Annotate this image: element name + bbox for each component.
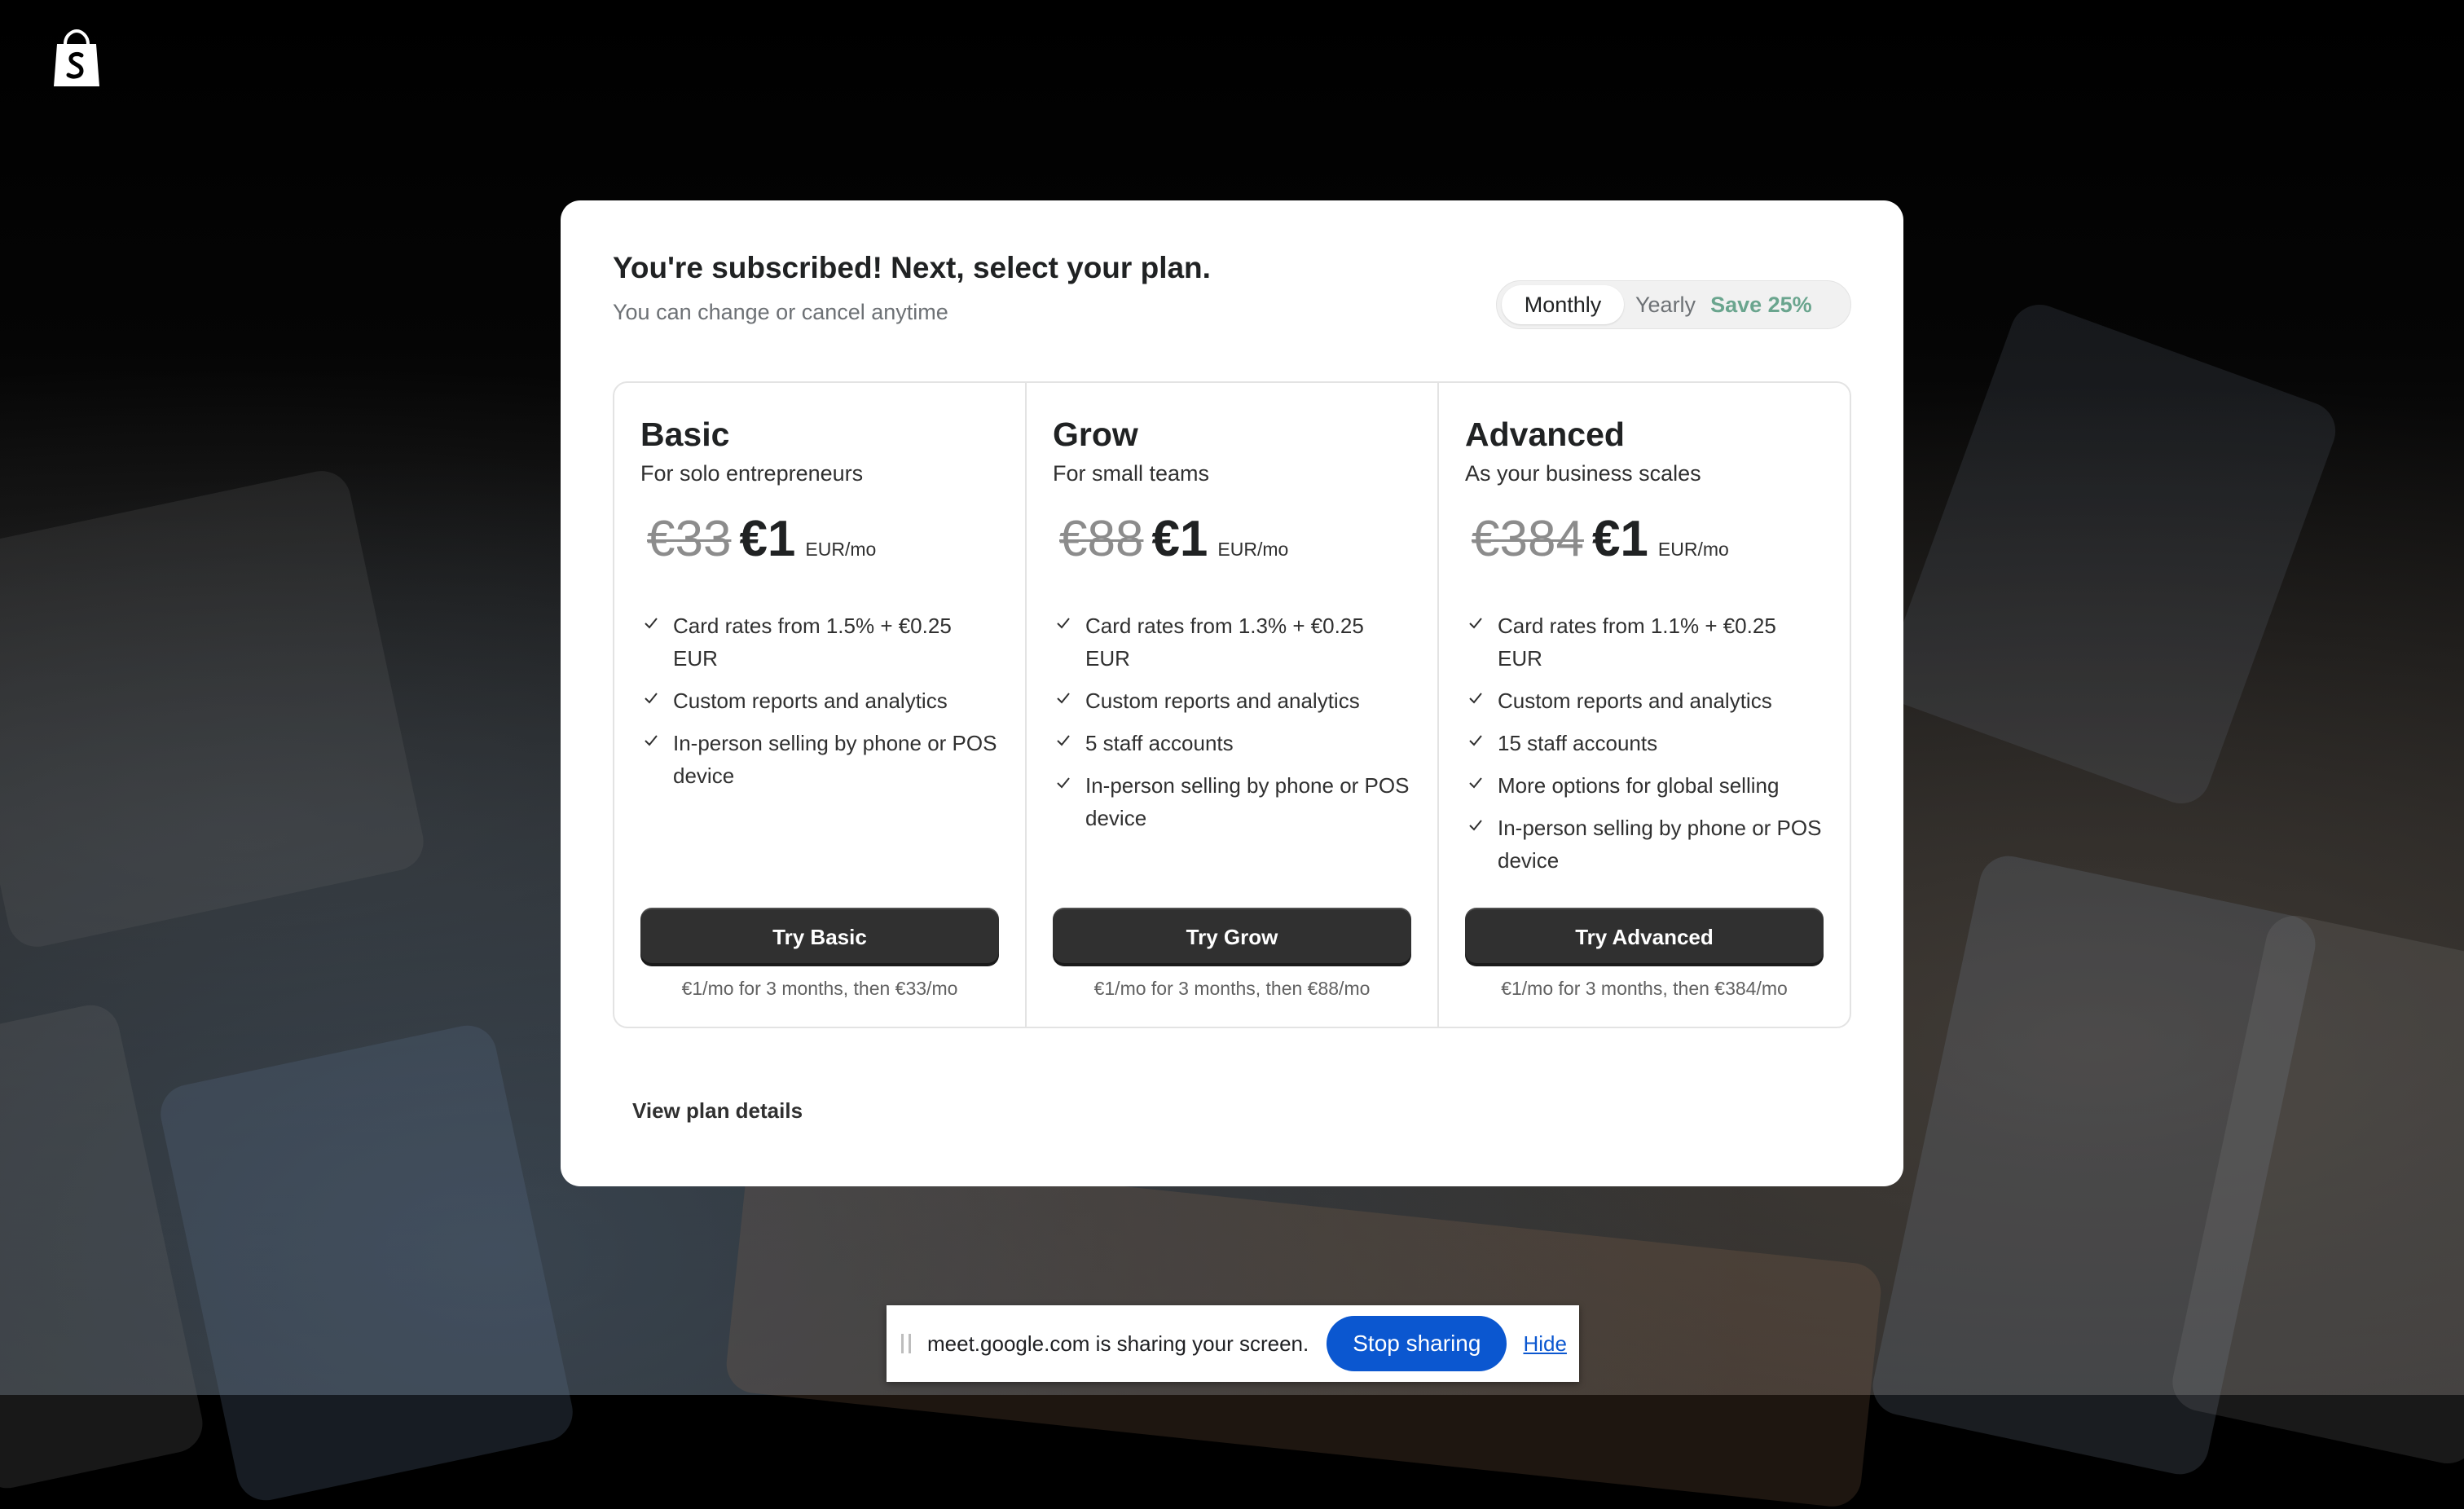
background-tile <box>155 1020 579 1506</box>
feature-text: Custom reports and analytics <box>1498 689 1772 713</box>
feature-list: Card rates from 1.5% + €0.25 EUR Custom … <box>640 609 1001 802</box>
plan-selection-modal: You're subscribed! Next, select your pla… <box>561 200 1903 1186</box>
checkmark-icon <box>1057 693 1070 704</box>
price-period: EUR/mo <box>1217 539 1289 560</box>
feature-text: In-person selling by phone or POS device <box>1085 773 1410 830</box>
plan-description: For solo entrepreneurs <box>640 461 864 486</box>
old-price: €384 <box>1472 511 1584 567</box>
checkmark-icon <box>1469 735 1482 746</box>
trial-note: €1/mo for 3 months, then €33/mo <box>681 978 958 999</box>
feature-item: In-person selling by phone or POS device <box>640 727 1001 792</box>
yearly-label: Yearly <box>1635 292 1696 317</box>
plan-name: Grow <box>1053 416 1138 453</box>
feature-item: 15 staff accounts <box>1465 727 1825 759</box>
background-tile <box>0 465 429 952</box>
try-advanced-button[interactable]: Try Advanced <box>1465 908 1824 966</box>
feature-text: 5 staff accounts <box>1085 731 1234 755</box>
feature-text: Card rates from 1.5% + €0.25 EUR <box>673 614 952 671</box>
plan-price: €88 €1 EUR/mo <box>1059 510 1288 568</box>
feature-item: Custom reports and analytics <box>1053 684 1413 717</box>
checkmark-icon <box>1469 820 1482 831</box>
feature-list: Card rates from 1.3% + €0.25 EUR Custom … <box>1053 609 1413 844</box>
feature-item: Card rates from 1.3% + €0.25 EUR <box>1053 609 1413 675</box>
feature-item: Card rates from 1.5% + €0.25 EUR <box>640 609 1001 675</box>
feature-text: Card rates from 1.3% + €0.25 EUR <box>1085 614 1364 671</box>
drag-handle-icon[interactable] <box>901 1334 911 1353</box>
old-price: €88 <box>1059 511 1144 567</box>
try-basic-button[interactable]: Try Basic <box>640 908 999 966</box>
checkmark-icon <box>1057 735 1070 746</box>
checkmark-icon <box>645 618 658 629</box>
checkmark-icon <box>645 735 658 746</box>
monthly-option[interactable]: Monthly <box>1502 285 1624 324</box>
feature-item: Custom reports and analytics <box>1465 684 1825 717</box>
screen-share-bar: meet.google.com is sharing your screen. … <box>887 1305 1579 1382</box>
plan-card-basic: Basic For solo entrepreneurs €33 €1 EUR/… <box>614 383 1027 1027</box>
feature-item: In-person selling by phone or POS device <box>1465 812 1825 877</box>
checkmark-icon <box>1469 693 1482 704</box>
plan-card-advanced: Advanced As your business scales €384 €1… <box>1439 383 1850 1027</box>
share-message: meet.google.com is sharing your screen. <box>927 1331 1309 1356</box>
trial-note: €1/mo for 3 months, then €88/mo <box>1093 978 1371 999</box>
feature-text: Card rates from 1.1% + €0.25 EUR <box>1498 614 1776 671</box>
new-price: €1 <box>1591 511 1648 567</box>
view-plan-details-link[interactable]: View plan details <box>632 1098 803 1124</box>
feature-item: Card rates from 1.1% + €0.25 EUR <box>1465 609 1825 675</box>
plans-grid: Basic For solo entrepreneurs €33 €1 EUR/… <box>613 381 1851 1028</box>
plan-price: €384 €1 EUR/mo <box>1472 510 1729 568</box>
new-price: €1 <box>1151 511 1208 567</box>
background-tile <box>1877 296 2344 812</box>
plan-price: €33 €1 EUR/mo <box>647 510 876 568</box>
hide-link[interactable]: Hide <box>1523 1331 1566 1357</box>
shopify-logo-icon <box>51 29 103 88</box>
old-price: €33 <box>647 511 732 567</box>
plan-description: For small teams <box>1053 461 1210 486</box>
stop-sharing-button[interactable]: Stop sharing <box>1327 1316 1507 1371</box>
feature-item: Custom reports and analytics <box>640 684 1001 717</box>
checkmark-icon <box>645 693 658 704</box>
new-price: €1 <box>739 511 796 567</box>
try-grow-button[interactable]: Try Grow <box>1053 908 1411 966</box>
feature-text: Custom reports and analytics <box>1085 689 1360 713</box>
feature-text: In-person selling by phone or POS device <box>673 731 997 788</box>
billing-period-toggle: Monthly Yearly Save 25% <box>1496 280 1851 329</box>
feature-item: In-person selling by phone or POS device <box>1053 769 1413 834</box>
plan-name: Advanced <box>1465 416 1625 453</box>
price-period: EUR/mo <box>805 539 877 560</box>
checkmark-icon <box>1469 777 1482 789</box>
trial-note: €1/mo for 3 months, then €384/mo <box>1501 978 1788 999</box>
feature-text: Custom reports and analytics <box>673 689 948 713</box>
feature-list: Card rates from 1.1% + €0.25 EUR Custom … <box>1465 609 1825 886</box>
plan-card-grow: Grow For small teams €88 €1 EUR/mo Card … <box>1027 383 1439 1027</box>
save-badge: Save 25% <box>1710 292 1812 317</box>
plan-description: As your business scales <box>1465 461 1701 486</box>
plan-name: Basic <box>640 416 730 453</box>
yearly-option[interactable]: Yearly Save 25% <box>1635 285 1812 324</box>
modal-title: You're subscribed! Next, select your pla… <box>613 251 1211 284</box>
checkmark-icon <box>1469 618 1482 629</box>
feature-item: More options for global selling <box>1465 769 1825 802</box>
feature-text: In-person selling by phone or POS device <box>1498 816 1822 873</box>
feature-text: More options for global selling <box>1498 773 1780 798</box>
feature-item: 5 staff accounts <box>1053 727 1413 759</box>
feature-text: 15 staff accounts <box>1498 731 1658 755</box>
checkmark-icon <box>1057 618 1070 629</box>
modal-subtitle: You can change or cancel anytime <box>613 300 948 324</box>
checkmark-icon <box>1057 777 1070 789</box>
background-tile <box>0 1000 209 1494</box>
price-period: EUR/mo <box>1657 539 1729 560</box>
